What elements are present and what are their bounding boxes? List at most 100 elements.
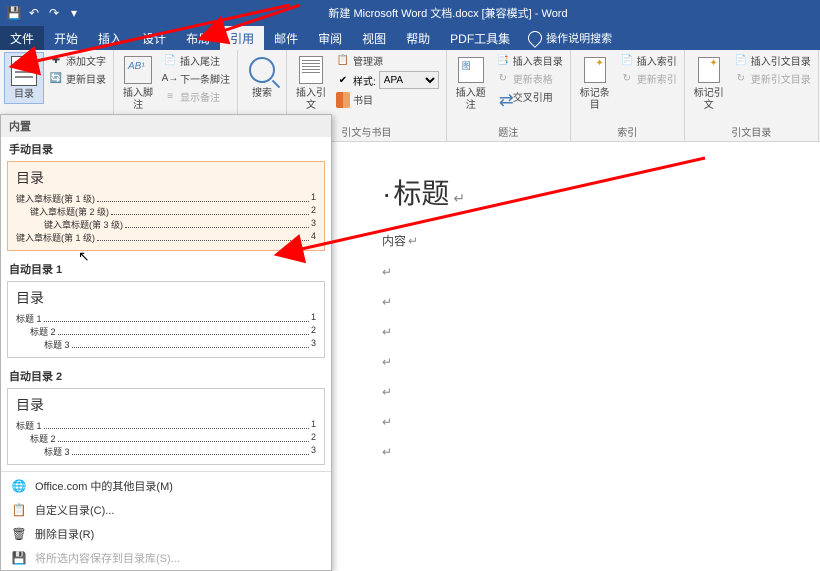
insert-citation-button[interactable]: 插入引文 [291, 52, 331, 114]
update-toa-icon: ↻ [734, 72, 748, 86]
insert-footnote-label: 插入脚注 [120, 88, 156, 112]
style-label: 样式: [353, 73, 376, 88]
tab-mailings[interactable]: 邮件 [264, 26, 308, 50]
mark-entry-icon [584, 57, 606, 83]
tab-insert[interactable]: 插入 [88, 26, 132, 50]
tab-pdf-tools[interactable]: PDF工具集 [440, 26, 520, 50]
style-icon: ✔ [336, 73, 350, 87]
captions-group-label: 题注 [451, 122, 566, 141]
auto-toc-1-option[interactable]: 目录 标题 11 标题 22 标题 33 [7, 281, 325, 358]
cross-reference-label: 交叉引用 [513, 89, 553, 104]
insert-index-button[interactable]: 📄插入索引 [617, 52, 680, 69]
document-page[interactable]: 标题 内容 ↵ ↵ ↵ ↵ ↵ ↵ ↵ [332, 142, 820, 489]
toc-dropdown-panel: 内置 手动目录 目录 键入章标题(第 1 级)1 键入章标题(第 2 级)2 键… [0, 114, 332, 571]
save-toc-gallery-button[interactable]: 💾 将所选内容保存到目录库(S)... [1, 546, 331, 570]
update-index-icon: ↻ [620, 72, 634, 86]
mark-entry-label: 标记条目 [577, 88, 613, 112]
save-icon[interactable]: 💾 [6, 5, 22, 21]
next-footnote-icon: A→ [163, 72, 177, 86]
mark-citation-button[interactable]: 标记引文 [689, 52, 729, 114]
undo-icon[interactable]: ↶ [26, 5, 42, 21]
search-icon [249, 57, 275, 83]
save-toc-gallery-label: 将所选内容保存到目录库(S)... [35, 550, 180, 566]
manage-sources-button[interactable]: 📋管理源 [333, 52, 442, 69]
ribbon-tabs: 文件 开始 插入 设计 布局 引用 邮件 审阅 视图 帮助 PDF工具集 操作说… [0, 26, 820, 50]
insert-footnote-button[interactable]: 插入脚注 [118, 52, 158, 114]
dropdown-builtin-header: 内置 [1, 115, 331, 137]
tab-review[interactable]: 审阅 [308, 26, 352, 50]
tab-help[interactable]: 帮助 [396, 26, 440, 50]
citation-style-select[interactable]: ✔ 样式: APA [333, 70, 442, 90]
update-index-label: 更新索引 [637, 71, 677, 86]
bulb-icon [525, 28, 545, 48]
show-notes-button[interactable]: ≡显示备注 [160, 88, 233, 105]
office-icon: 🌐 [11, 478, 27, 494]
tell-me-search[interactable]: 操作说明搜索 [520, 30, 620, 46]
add-text-button[interactable]: ✚添加文字 [46, 52, 109, 69]
next-footnote-button[interactable]: A→下一条脚注 [160, 70, 233, 87]
manual-toc-option[interactable]: 目录 键入章标题(第 1 级)1 键入章标题(第 2 级)2 键入章标题(第 3… [7, 161, 325, 251]
insert-caption-button[interactable]: 插入题注 [451, 52, 491, 114]
mark-citation-icon [698, 57, 720, 83]
qat-dropdown-icon[interactable]: ▾ [66, 5, 82, 21]
insert-tof-label: 插入表目录 [513, 53, 563, 68]
paragraph-mark: ↵ [382, 415, 770, 429]
ribbon-group-toa: 标记引文 📄插入引文目录 ↻更新引文目录 引文目录 [685, 50, 819, 141]
custom-toc-button[interactable]: 📋 自定义目录(C)... [1, 498, 331, 522]
custom-toc-icon: 📋 [11, 502, 27, 518]
paragraph-mark: ↵ [382, 445, 770, 459]
search-button[interactable]: 搜索 [242, 52, 282, 102]
endnote-icon: 📄 [163, 54, 177, 68]
document-area[interactable]: 标题 内容 ↵ ↵ ↵ ↵ ↵ ↵ ↵ [332, 142, 820, 525]
paragraph-mark: ↵ [382, 355, 770, 369]
tab-layout[interactable]: 布局 [176, 26, 220, 50]
toc-label: 目录 [14, 89, 34, 101]
document-title[interactable]: 标题 [382, 172, 770, 212]
index-group-label: 索引 [575, 122, 680, 141]
next-footnote-label: 下一条脚注 [180, 71, 230, 86]
paragraph-mark: ↵ [382, 325, 770, 339]
update-toc-label: 更新目录 [66, 71, 106, 86]
redo-icon[interactable]: ↷ [46, 5, 62, 21]
tab-home[interactable]: 开始 [44, 26, 88, 50]
update-table-button[interactable]: ↻更新表格 [493, 70, 566, 87]
tab-design[interactable]: 设计 [132, 26, 176, 50]
add-text-icon: ✚ [49, 54, 63, 68]
insert-toa-label: 插入引文目录 [751, 53, 811, 68]
insert-tof-button[interactable]: 📑插入表目录 [493, 52, 566, 69]
auto-toc-2-option[interactable]: 目录 标题 11 标题 22 标题 33 [7, 388, 325, 465]
remove-toc-button[interactable]: 🗑删除目录(R) [1, 522, 331, 546]
paragraph-mark: ↵ [382, 265, 770, 279]
update-table-icon: ↻ [496, 72, 510, 86]
insert-endnote-button[interactable]: 📄插入尾注 [160, 52, 233, 69]
manual-toc-section: 手动目录 [1, 137, 331, 159]
more-toc-office-button[interactable]: 🌐 Office.com 中的其他目录(M) [1, 474, 331, 498]
custom-toc-label: 自定义目录(C)... [35, 502, 114, 518]
update-toc-icon: 🔄 [49, 72, 63, 86]
cross-reference-button[interactable]: 交叉引用 [493, 88, 566, 105]
document-paragraph[interactable]: 内容 [382, 232, 770, 249]
style-dropdown[interactable]: APA [379, 71, 439, 89]
citation-icon [299, 56, 323, 84]
ribbon-group-captions: 插入题注 📑插入表目录 ↻更新表格 交叉引用 题注 [447, 50, 571, 141]
mark-entry-button[interactable]: 标记条目 [575, 52, 615, 114]
bibliography-button[interactable]: 书目 [333, 91, 442, 108]
save-gallery-icon: 💾 [11, 550, 27, 566]
tab-file[interactable]: 文件 [0, 26, 44, 50]
tab-references[interactable]: 引用 [220, 26, 264, 50]
update-toa-button[interactable]: ↻更新引文目录 [731, 70, 814, 87]
update-index-button[interactable]: ↻更新索引 [617, 70, 680, 87]
update-toc-button[interactable]: 🔄更新目录 [46, 70, 109, 87]
update-table-label: 更新表格 [513, 71, 553, 86]
paragraph-mark: ↵ [382, 385, 770, 399]
mark-citation-label: 标记引文 [691, 88, 727, 112]
toc-button[interactable]: 目录 [4, 52, 44, 104]
auto-toc-2-section: 自动目录 2 [1, 364, 331, 386]
insert-index-label: 插入索引 [637, 53, 677, 68]
tell-me-label: 操作说明搜索 [546, 30, 612, 46]
tof-icon: 📑 [496, 54, 510, 68]
more-toc-office-label: Office.com 中的其他目录(M) [35, 478, 173, 494]
insert-toa-button[interactable]: 📄插入引文目录 [731, 52, 814, 69]
tab-view[interactable]: 视图 [352, 26, 396, 50]
show-notes-label: 显示备注 [180, 89, 220, 104]
